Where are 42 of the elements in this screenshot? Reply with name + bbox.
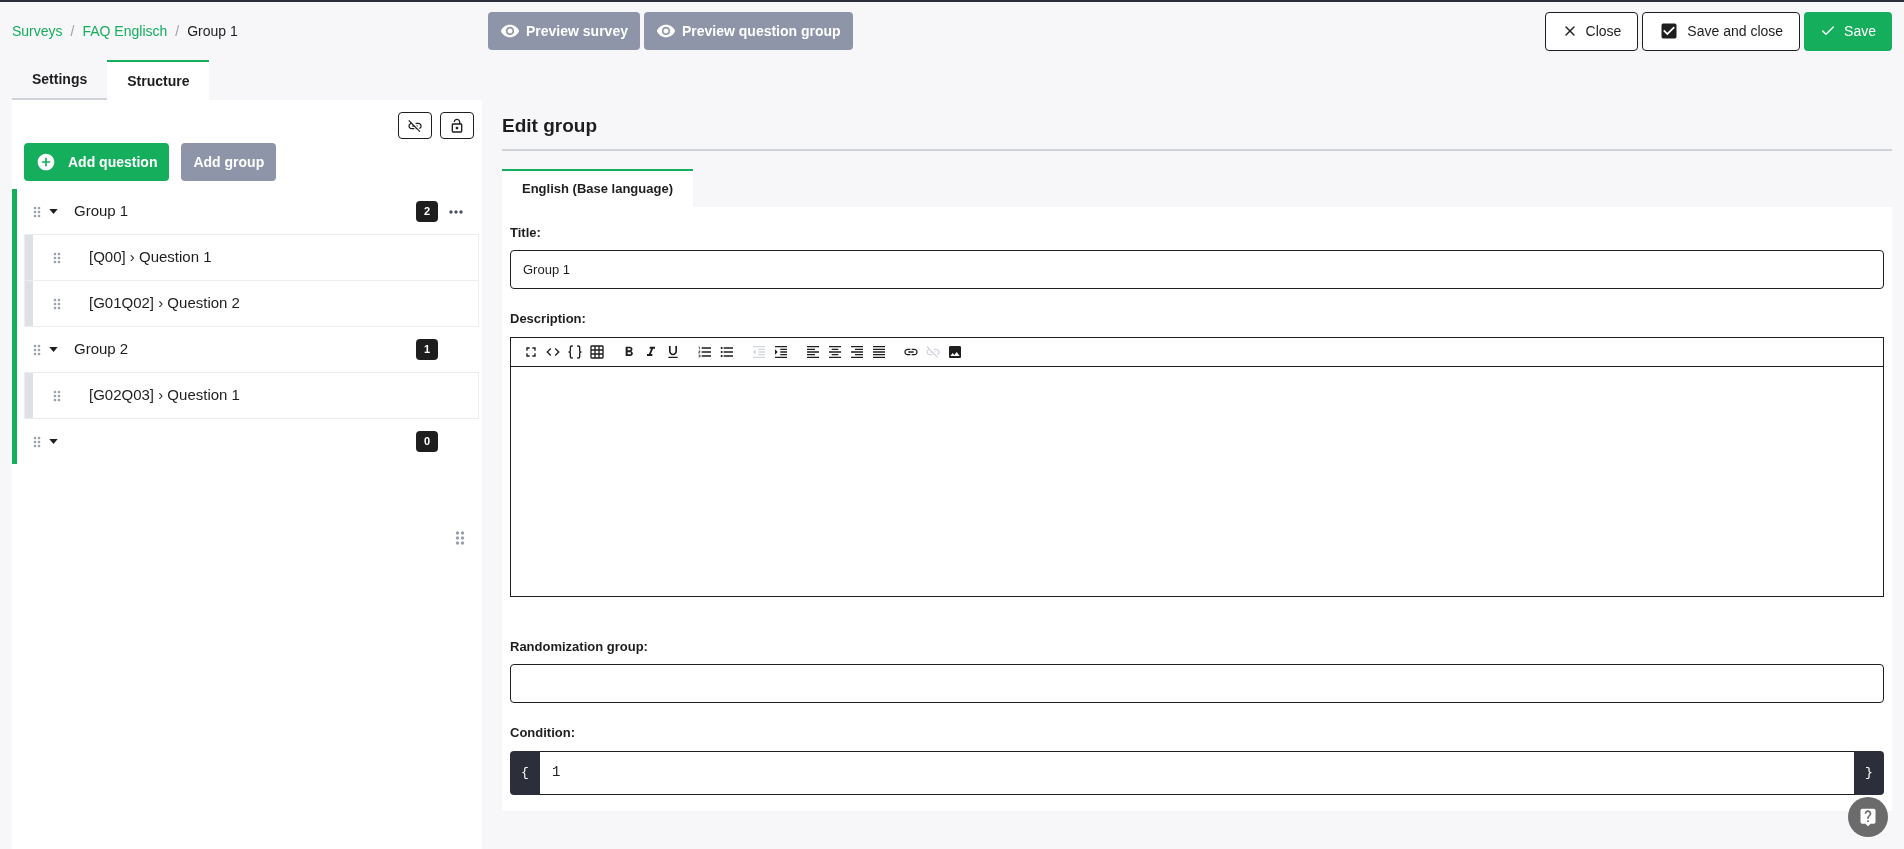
unlink-icon <box>407 117 423 134</box>
checkbox-icon <box>1659 21 1680 41</box>
field-label: Description: <box>510 310 587 328</box>
breadcrumb-separator: / <box>70 21 75 41</box>
grid-icon[interactable] <box>589 343 605 360</box>
unlink-button[interactable] <box>398 112 432 139</box>
language-tab[interactable]: English (Base language) <box>502 168 693 207</box>
question-count: 2 <box>415 201 438 222</box>
underline-icon[interactable] <box>665 343 681 360</box>
close-button[interactable]: Close <box>1544 11 1639 51</box>
field-label: Title: <box>510 223 542 242</box>
image-icon[interactable] <box>947 343 963 360</box>
edit-group-heading: Edit group <box>502 112 1892 151</box>
field-label: Randomization group: <box>510 637 649 656</box>
breadcrumb-separator: / <box>175 21 180 41</box>
title-input[interactable]: Group 1 <box>510 250 1884 289</box>
question-title: [G02Q03] › Question 1 <box>89 385 240 406</box>
condition-input[interactable]: 1 <box>540 750 1854 795</box>
condition-prefix: { <box>510 750 540 795</box>
question-title: [G01Q02] › Question 2 <box>89 293 240 314</box>
lock-icon <box>449 117 465 134</box>
justify-icon[interactable] <box>871 343 887 360</box>
randomization-input[interactable] <box>510 664 1884 703</box>
save-and-close-button[interactable]: Save and close <box>1642 11 1801 51</box>
braces-icon[interactable] <box>567 343 583 360</box>
align-right-icon[interactable] <box>849 343 865 360</box>
help-icon <box>1858 807 1878 827</box>
breadcrumb-current: Group 1 <box>187 21 238 41</box>
condition-suffix: } <box>1854 750 1884 795</box>
group-title: Group 2 <box>74 339 129 360</box>
question-count: 1 <box>415 339 438 360</box>
plus-icon <box>36 152 56 172</box>
lock-button[interactable] <box>440 112 474 139</box>
help-button[interactable] <box>1848 797 1888 837</box>
question-count: 0 <box>415 431 438 452</box>
question-title: [Q00] › Question 1 <box>89 247 212 268</box>
align-center-icon[interactable] <box>827 343 843 360</box>
group-title: Group 1 <box>74 201 129 222</box>
field-label: Condition: <box>510 724 576 742</box>
align-left-icon[interactable] <box>805 343 821 360</box>
indent-icon[interactable] <box>773 343 789 360</box>
tab[interactable]: Structure <box>107 60 210 100</box>
